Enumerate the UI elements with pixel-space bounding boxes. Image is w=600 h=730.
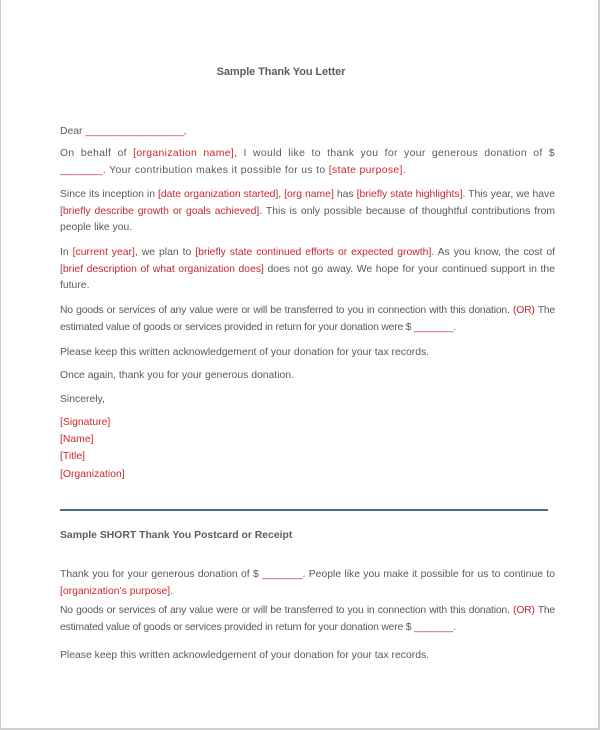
- body-text: .: [402, 164, 407, 176]
- short-paragraph-3: Please keep this written acknowledgement…: [60, 650, 430, 661]
- body-text: No goods or services of any value were o…: [60, 605, 513, 616]
- placeholder-text: _______: [262, 569, 303, 580]
- body-text: . As you know, the cost of: [431, 247, 556, 258]
- recipient-blank: _________________: [85, 126, 184, 137]
- short-paragraph-1: Thank you for your generous donation of …: [60, 567, 555, 600]
- title-line: [Title]: [60, 451, 86, 463]
- placeholder-text: [briefly state continued efforts or expe…: [195, 247, 432, 258]
- placeholder-text: _______: [414, 621, 454, 633]
- body-text: . This year, we have: [462, 189, 555, 200]
- organization-line: [Organization]: [60, 468, 125, 480]
- body-text: Since its inception in: [60, 189, 158, 200]
- letter-paragraph-3: In [current year], we plan to [briefly s…: [60, 245, 555, 295]
- document-page: Sample Thank You Letter Dear ___________…: [0, 0, 600, 730]
- letter-paragraph-5: Please keep this written acknowledgement…: [60, 347, 430, 358]
- letter-paragraph-2: Since its inception in [date organizatio…: [60, 187, 555, 237]
- placeholder-text: [organization name]: [133, 148, 235, 159]
- short-section-title: Sample SHORT Thank You Postcard or Recei…: [60, 530, 293, 541]
- body-text: .: [453, 621, 456, 633]
- placeholder-text: [date organization started]: [157, 189, 279, 200]
- body-text: Thank you for your generous donation of …: [60, 569, 263, 580]
- placeholder-text: [brief description of what organization …: [60, 263, 264, 275]
- body-text: . Your contribution makes it possible fo…: [102, 164, 329, 176]
- placeholder-text: [organization’s purpose]: [60, 585, 171, 597]
- closing: Sincerely,: [60, 394, 105, 405]
- greeting-prefix: Dear: [60, 126, 86, 137]
- placeholder-text: _______: [60, 164, 103, 176]
- greeting: Dear _________________,: [60, 126, 187, 137]
- placeholder-text: [current year]: [72, 247, 135, 258]
- placeholder-text: [briefly describe growth or goals achiev…: [60, 205, 260, 217]
- signature-line: [Signature]: [60, 417, 111, 428]
- greeting-suffix: ,: [183, 126, 187, 137]
- placeholder-text: [briefly state highlights]: [356, 189, 463, 200]
- letter-title: Sample Thank You Letter: [216, 66, 346, 78]
- body-text: , we plan to: [134, 247, 196, 258]
- placeholder-text: (OR): [512, 605, 535, 616]
- placeholder-text: [state purpose]: [328, 164, 403, 176]
- signature-block: [Signature] [Name] [Title] [Organization…: [60, 414, 125, 483]
- placeholder-text: (OR): [512, 305, 535, 316]
- body-text: In: [60, 247, 73, 258]
- section-divider: [60, 509, 548, 511]
- body-text: . People like you make it possible for u…: [302, 569, 555, 580]
- body-text: No goods or services of any value were o…: [60, 305, 513, 316]
- letter-paragraph-1: On behalf of [organization name], I woul…: [60, 146, 555, 179]
- placeholder-text: [org name]: [284, 189, 334, 200]
- letter-paragraph-6: Once again, thank you for your generous …: [60, 370, 294, 381]
- body-text: has: [333, 189, 357, 200]
- body-text: .: [453, 321, 456, 333]
- name-line: [Name]: [60, 434, 94, 446]
- body-text: .: [170, 585, 174, 597]
- short-paragraph-2: No goods or services of any value were o…: [60, 603, 555, 636]
- body-text: On behalf of: [60, 148, 134, 159]
- placeholder-text: _______: [414, 321, 454, 333]
- letter-paragraph-4: No goods or services of any value were o…: [60, 303, 555, 336]
- body-text: , I would like to thank you for your gen…: [234, 148, 555, 159]
